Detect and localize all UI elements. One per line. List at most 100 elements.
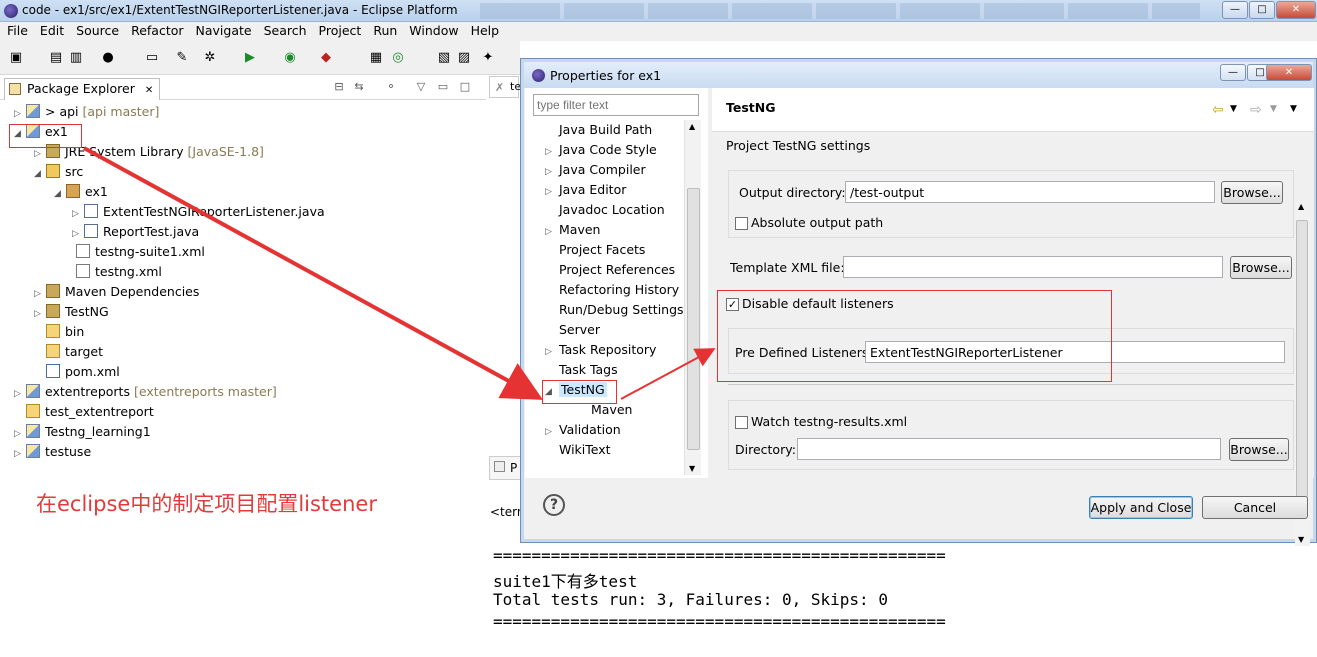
- directory-browse-button[interactable]: Browse...: [1229, 438, 1289, 461]
- scroll-up-icon[interactable]: ▲: [1298, 202, 1304, 211]
- view-menu-icon[interactable]: ▼: [1290, 104, 1297, 114]
- twisty-icon[interactable]: ▷: [545, 147, 559, 157]
- output-browse-button[interactable]: Browse...: [1221, 181, 1283, 204]
- link-editor-icon[interactable]: ⇆: [352, 80, 366, 94]
- close-window-button[interactable]: ✕: [1276, 1, 1316, 19]
- user-icon[interactable]: ●: [100, 50, 116, 66]
- editor-tab[interactable]: ✗ te: [489, 76, 521, 98]
- nav-item[interactable]: Refactoring History: [545, 282, 679, 297]
- menu-refactor[interactable]: Refactor: [124, 22, 188, 38]
- scroll-down-icon[interactable]: ▼: [1298, 535, 1304, 544]
- page-scrollbar[interactable]: ▲ ▼: [1295, 200, 1310, 546]
- twisty-icon[interactable]: ▷: [14, 104, 26, 124]
- nav-item[interactable]: ▷ Java Editor: [545, 182, 626, 197]
- maximize-window-button[interactable]: □: [1249, 1, 1275, 19]
- back-arrow-icon[interactable]: ⇦: [1212, 102, 1224, 118]
- twisty-icon[interactable]: ▷: [545, 347, 559, 357]
- nav-item[interactable]: Run/Debug Settings: [545, 302, 684, 317]
- cancel-button[interactable]: Cancel: [1202, 496, 1308, 519]
- page-scroll-thumb[interactable]: [1296, 220, 1308, 498]
- nav-item[interactable]: Maven: [577, 402, 632, 417]
- scroll-down-icon[interactable]: ▼: [689, 464, 695, 473]
- run-coverage-icon[interactable]: ◉: [282, 50, 298, 66]
- twisty-icon[interactable]: ▷: [545, 427, 559, 437]
- output-directory-field[interactable]: /test-output: [845, 181, 1215, 203]
- template-browse-button[interactable]: Browse...: [1230, 256, 1292, 279]
- directory-field[interactable]: [797, 438, 1221, 460]
- menu-search[interactable]: Search: [257, 22, 312, 38]
- twisty-icon[interactable]: ▷: [14, 424, 26, 444]
- tree-item[interactable]: test_extentreport: [14, 402, 158, 422]
- nav-item[interactable]: Project References: [545, 262, 675, 277]
- nav-item[interactable]: Java Build Path: [545, 122, 652, 137]
- twisty-icon[interactable]: ▷: [545, 187, 559, 197]
- menu-help[interactable]: Help: [464, 22, 505, 38]
- new-class-icon[interactable]: ◎: [390, 50, 406, 66]
- nav-scrollbar[interactable]: ▲ ▼: [684, 120, 701, 475]
- twisty-icon[interactable]: ▷: [34, 304, 46, 324]
- tree-item[interactable]: ▷ Maven Dependencies: [34, 282, 203, 302]
- watch-results-checkbox[interactable]: [735, 416, 748, 429]
- tree-item[interactable]: ▷ ExtentTestNGIReporterListener.java: [72, 202, 329, 222]
- tree-item[interactable]: ▷ extentreports [extentreports master]: [14, 382, 277, 402]
- tree-item[interactable]: ◢ src: [34, 162, 87, 182]
- back-dropdown-icon[interactable]: ▼: [1230, 104, 1237, 114]
- menu-project[interactable]: Project: [312, 22, 367, 38]
- debug-icon[interactable]: ✲: [202, 50, 218, 66]
- twisty-icon[interactable]: ◢: [54, 184, 66, 204]
- new-java-project-icon[interactable]: ▦: [368, 50, 384, 66]
- run-icon[interactable]: ▶: [242, 50, 258, 66]
- twisty-icon[interactable]: ▷: [34, 284, 46, 304]
- twisty-icon[interactable]: ▷: [14, 384, 26, 404]
- minimize-view-icon[interactable]: ▭: [436, 80, 450, 94]
- nav-item[interactable]: ▷ Java Code Style: [545, 142, 657, 157]
- tree-item[interactable]: ▷ > api [api master]: [14, 102, 159, 122]
- nav-item[interactable]: WikiText: [545, 442, 611, 457]
- help-icon[interactable]: ?: [543, 494, 565, 516]
- twisty-icon[interactable]: ▷: [545, 167, 559, 177]
- open-type-icon[interactable]: ▧: [436, 50, 452, 66]
- save-icon[interactable]: ▤: [48, 50, 64, 66]
- tree-item[interactable]: ▷ ReportTest.java: [72, 222, 203, 242]
- collapse-all-icon[interactable]: ⊟: [332, 80, 346, 94]
- tree-item[interactable]: pom.xml: [34, 362, 124, 382]
- terminal-icon[interactable]: ▭: [144, 50, 160, 66]
- save-all-icon[interactable]: ▥: [68, 50, 84, 66]
- menu-source[interactable]: Source: [69, 22, 124, 38]
- pin-icon[interactable]: ✎: [174, 50, 190, 66]
- nav-item[interactable]: ▷ Validation: [545, 422, 621, 437]
- nav-item[interactable]: ▷ Maven: [545, 222, 600, 237]
- apply-and-close-button[interactable]: Apply and Close: [1089, 496, 1193, 519]
- menu-edit[interactable]: Edit: [33, 22, 69, 38]
- menu-window[interactable]: Window: [402, 22, 463, 38]
- tree-item[interactable]: ▷ testuse: [14, 442, 95, 462]
- minimize-window-button[interactable]: —: [1222, 1, 1248, 19]
- menu-navigate[interactable]: Navigate: [189, 22, 257, 38]
- twisty-icon[interactable]: ▷: [545, 227, 559, 237]
- nav-scroll-thumb[interactable]: [687, 188, 700, 450]
- tree-item[interactable]: ▷ Testng_learning1: [14, 422, 155, 442]
- template-xml-field[interactable]: [843, 256, 1223, 278]
- maximize-view-icon[interactable]: □: [458, 80, 472, 94]
- twisty-icon[interactable]: ◢: [34, 164, 46, 184]
- menu-file[interactable]: File: [0, 22, 33, 38]
- forward-dropdown-icon[interactable]: ▼: [1270, 104, 1277, 114]
- tree-item[interactable]: bin: [34, 322, 88, 342]
- nav-item[interactable]: Project Facets: [545, 242, 645, 257]
- new-icon[interactable]: ▣: [8, 50, 24, 66]
- nav-item[interactable]: ▷ Java Compiler: [545, 162, 646, 177]
- dialog-minimize-button[interactable]: —: [1220, 64, 1246, 81]
- nav-item[interactable]: ▷ Task Repository: [545, 342, 656, 357]
- tab-package-explorer[interactable]: Package Explorer ✕: [4, 78, 161, 100]
- tree-item[interactable]: target: [34, 342, 107, 362]
- filter-input[interactable]: [533, 94, 699, 116]
- tree-item[interactable]: testng-suite1.xml: [64, 242, 209, 262]
- nav-item[interactable]: Server: [545, 322, 600, 337]
- nav-item[interactable]: Task Tags: [545, 362, 618, 377]
- scroll-up-icon[interactable]: ▲: [689, 122, 695, 131]
- close-icon[interactable]: ✕: [145, 85, 153, 96]
- nav-item[interactable]: Javadoc Location: [545, 202, 665, 217]
- menu-run[interactable]: Run: [366, 22, 402, 38]
- external-tools-icon[interactable]: ◆: [318, 50, 334, 66]
- open-folder-icon[interactable]: ▨: [456, 50, 472, 66]
